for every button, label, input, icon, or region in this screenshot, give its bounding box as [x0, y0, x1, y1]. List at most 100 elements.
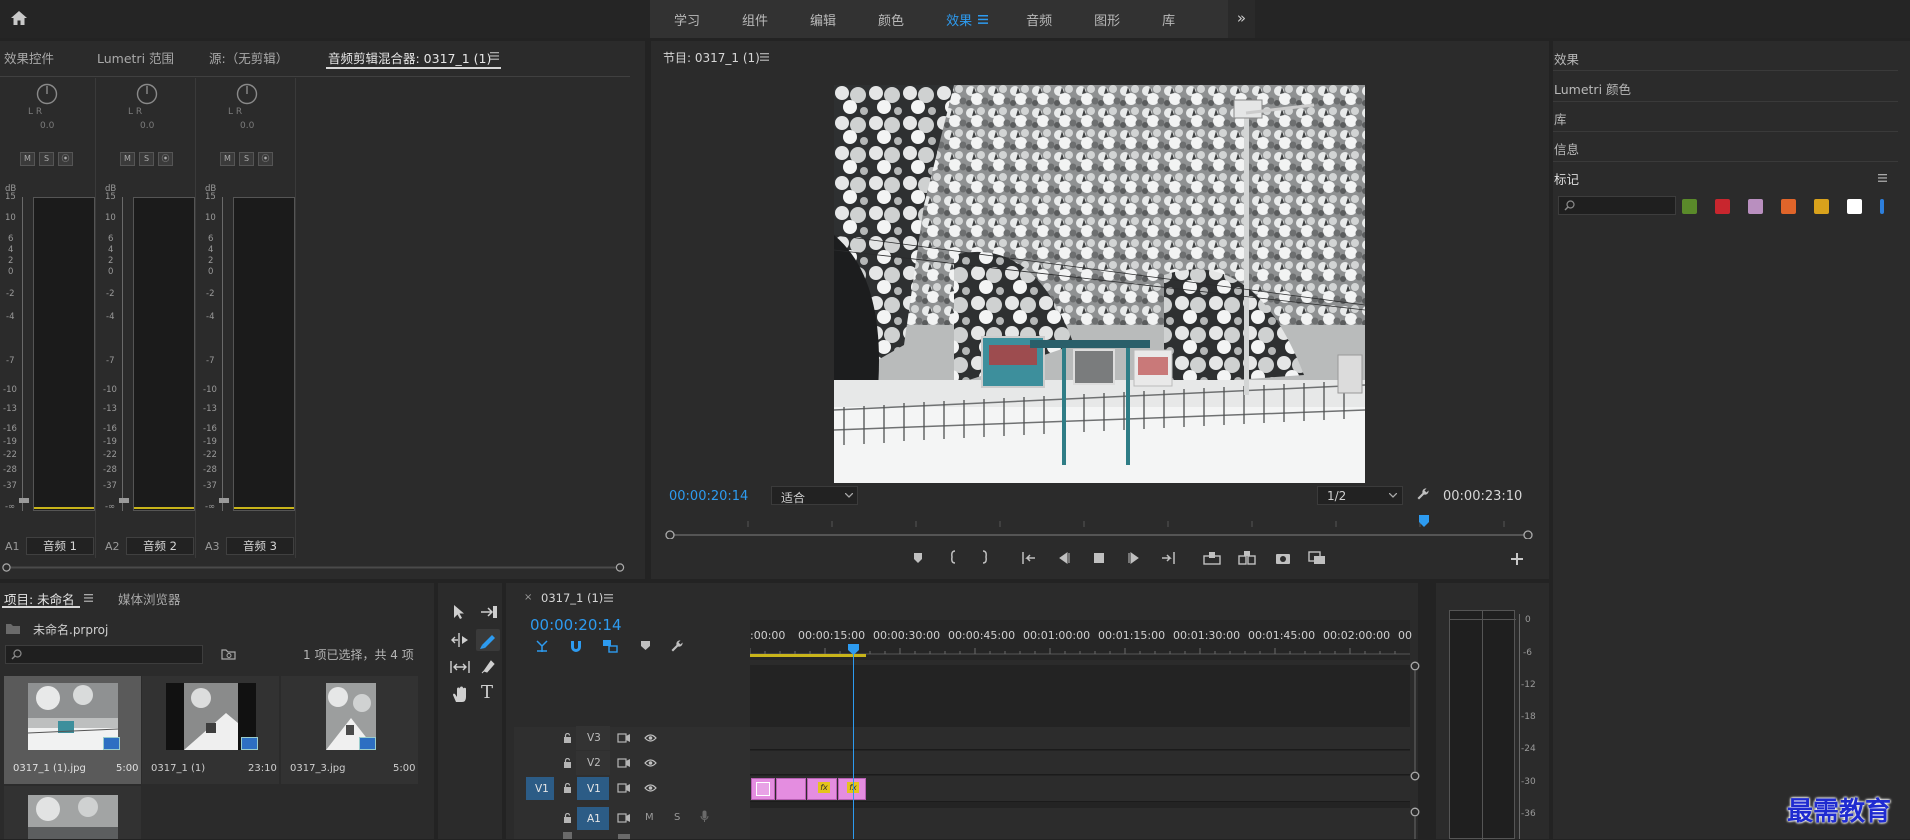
pan-knob-icon[interactable] — [36, 83, 58, 105]
mixer-scrollbar[interactable] — [2, 563, 625, 572]
go-to-in-icon[interactable] — [1021, 552, 1037, 564]
mark-in-icon[interactable] — [948, 550, 958, 564]
project-item[interactable] — [4, 786, 141, 839]
workspace-tab-effects[interactable]: 效果 — [946, 10, 972, 29]
button-editor-plus-icon[interactable] — [1511, 553, 1523, 565]
marker-color-white[interactable] — [1847, 199, 1862, 214]
add-marker-icon[interactable] — [640, 640, 651, 651]
sync-lock-icon[interactable] — [617, 813, 631, 823]
record-button[interactable]: ⦿ — [158, 152, 173, 166]
panel-markers[interactable]: 标记 — [1554, 169, 1579, 188]
tab-media-browser[interactable]: 媒体浏览器 — [118, 589, 181, 608]
timeline-clip[interactable]: fx — [807, 778, 837, 800]
program-monitor-title[interactable]: 节目: 0317_1 (1) — [663, 49, 760, 66]
track-select-icon[interactable] — [480, 605, 498, 619]
workspace-tab-editing[interactable]: 编辑 — [810, 10, 836, 29]
pan-knob-icon[interactable] — [236, 83, 258, 105]
tab-source[interactable]: 源:（无剪辑） — [209, 48, 288, 67]
timeline-clip[interactable]: fx — [838, 778, 866, 800]
hand-tool-icon[interactable] — [452, 686, 468, 703]
volume-fader-track[interactable] — [22, 197, 28, 511]
workspace-tab-libraries[interactable]: 库 — [1162, 10, 1175, 29]
marker-color-green[interactable] — [1682, 199, 1697, 214]
volume-fader-track[interactable] — [222, 197, 228, 511]
mute-button[interactable]: M — [220, 152, 235, 166]
panel-menu-icon[interactable] — [84, 594, 93, 602]
track-lane-a1[interactable] — [750, 808, 1410, 839]
timeline-timecode[interactable]: 00:00:20:14 — [530, 616, 622, 634]
sync-lock-icon[interactable] — [617, 783, 631, 793]
lift-icon[interactable] — [1203, 551, 1221, 565]
home-icon[interactable] — [10, 10, 28, 26]
eye-icon[interactable] — [644, 734, 657, 742]
panel-menu-icon[interactable] — [1878, 174, 1887, 182]
type-tool-icon[interactable]: T — [481, 682, 493, 703]
tab-effect-controls[interactable]: 效果控件 — [4, 48, 54, 67]
eye-icon[interactable] — [644, 784, 657, 792]
extract-icon[interactable] — [1238, 551, 1256, 565]
track-lane-v2[interactable] — [750, 751, 1410, 775]
eye-icon[interactable] — [644, 759, 657, 767]
panel-effects[interactable]: 效果 — [1554, 49, 1579, 68]
microphone-icon[interactable] — [700, 810, 709, 823]
step-forward-icon[interactable] — [1127, 552, 1141, 564]
workspace-tab-assembly[interactable]: 组件 — [742, 10, 768, 29]
project-item[interactable]: 0317_1 (1) 23:10 — [142, 676, 279, 784]
wrench-icon[interactable] — [670, 639, 684, 653]
playhead-marker[interactable] — [1419, 515, 1429, 527]
fit-dropdown[interactable]: 适合 — [771, 486, 858, 505]
volume-fader-handle[interactable] — [19, 498, 29, 503]
sequence-tab[interactable]: 0317_1 (1) — [541, 591, 603, 605]
marker-color-blue[interactable] — [1880, 199, 1884, 214]
panel-libraries[interactable]: 库 — [1554, 109, 1567, 128]
more-workspaces-icon[interactable]: » — [1228, 0, 1255, 38]
marker-search-input[interactable] — [1558, 196, 1676, 215]
project-search-input[interactable] — [5, 645, 203, 664]
panel-info[interactable]: 信息 — [1554, 139, 1579, 158]
timeline-clip[interactable] — [751, 778, 775, 800]
video-frame[interactable] — [834, 85, 1365, 483]
go-to-out-icon[interactable] — [1160, 552, 1176, 564]
track-lane-v3[interactable] — [750, 727, 1410, 750]
sync-lock-icon[interactable] — [617, 758, 631, 768]
pan-knob-icon[interactable] — [136, 83, 158, 105]
export-frame-icon[interactable] — [1275, 552, 1291, 564]
tab-lumetri-scopes[interactable]: Lumetri 范围 — [97, 48, 174, 67]
mute-button[interactable]: M — [120, 152, 135, 166]
timeline-clip[interactable] — [776, 778, 806, 800]
solo-button[interactable]: S — [139, 152, 154, 166]
workspace-tab-graphics[interactable]: 图形 — [1094, 10, 1120, 29]
panel-menu-icon[interactable] — [760, 53, 769, 61]
snap-icon[interactable] — [569, 639, 583, 653]
lock-icon[interactable] — [563, 758, 572, 768]
comparison-view-icon[interactable] — [1308, 551, 1326, 565]
workspace-menu-icon[interactable] — [978, 14, 989, 24]
mute-track-button[interactable]: M — [645, 812, 654, 823]
razor-tool-icon[interactable] — [476, 629, 500, 651]
volume-fader-handle[interactable] — [219, 498, 229, 503]
linked-selection-icon[interactable] — [602, 639, 618, 653]
project-item[interactable]: 0317_1 (1).jpg 5:00 — [4, 676, 141, 784]
panel-lumetri-color[interactable]: Lumetri 颜色 — [1554, 79, 1631, 98]
ripple-edit-icon[interactable] — [451, 632, 469, 648]
stop-icon[interactable] — [1093, 552, 1105, 564]
workspace-tab-color[interactable]: 颜色 — [878, 10, 904, 29]
add-marker-icon[interactable] — [912, 552, 924, 564]
record-button[interactable]: ⦿ — [58, 152, 73, 166]
sync-lock-icon[interactable] — [617, 733, 631, 743]
mute-button[interactable]: M — [20, 152, 35, 166]
tab-audio-clip-mixer[interactable]: 音频剪辑混合器: 0317_1 (1) — [328, 48, 491, 67]
marker-color-rose[interactable] — [1748, 199, 1763, 214]
marker-color-red[interactable] — [1715, 199, 1730, 214]
workspace-tab-learn[interactable]: 学习 — [674, 10, 700, 29]
volume-fader-handle[interactable] — [119, 498, 129, 503]
lock-icon[interactable] — [563, 783, 572, 793]
nest-icon[interactable] — [534, 639, 550, 653]
lock-icon[interactable] — [563, 813, 572, 823]
marker-color-yellow[interactable] — [1814, 199, 1829, 214]
timeline-vertical-scrollbar[interactable] — [1410, 661, 1420, 839]
wrench-icon[interactable] — [1416, 487, 1430, 501]
lock-icon[interactable] — [563, 733, 572, 743]
project-item[interactable]: 0317_3.jpg 5:00 — [281, 676, 418, 784]
panel-menu-icon[interactable] — [604, 594, 613, 602]
